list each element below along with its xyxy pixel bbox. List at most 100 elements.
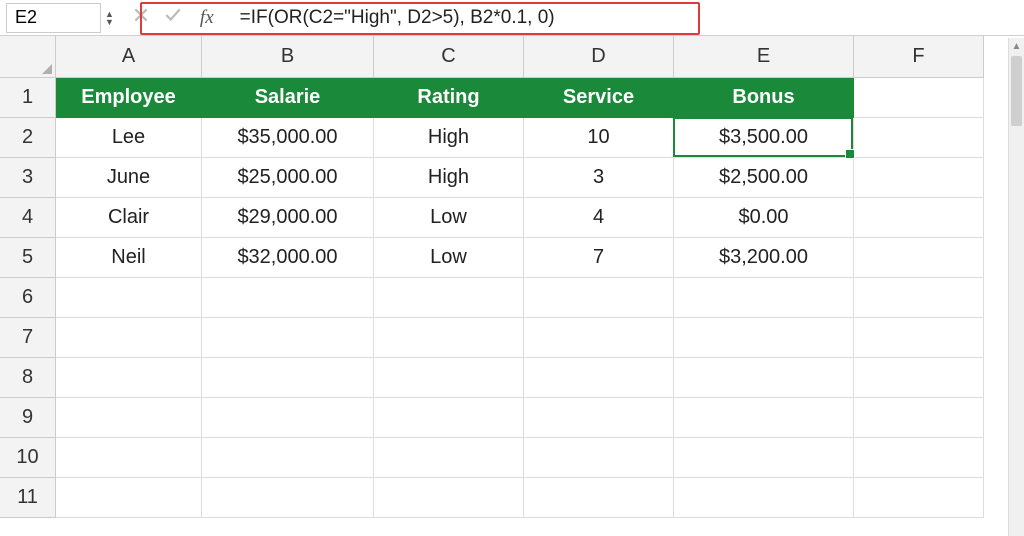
cell-D1[interactable]: Service xyxy=(524,78,674,118)
cell-reference: E2 xyxy=(15,7,37,28)
cell-C2[interactable]: High xyxy=(374,118,524,158)
cancel-icon[interactable] xyxy=(132,6,150,29)
select-all-corner[interactable] xyxy=(0,36,56,78)
cell-D5[interactable]: 7 xyxy=(524,238,674,278)
column-header-D[interactable]: D xyxy=(524,36,674,78)
cell-B7[interactable] xyxy=(202,318,374,358)
cell-B8[interactable] xyxy=(202,358,374,398)
formula-input[interactable]: =IF(OR(C2="High", D2>5), B2*0.1, 0) xyxy=(236,5,1018,31)
cell-E11[interactable] xyxy=(674,478,854,518)
spreadsheet: 1234567891011 ABCDEF EmployeeSalarieRati… xyxy=(0,36,1024,518)
cell-B3[interactable]: $25,000.00 xyxy=(202,158,374,198)
row-header-4[interactable]: 4 xyxy=(0,198,56,238)
cell-E9[interactable] xyxy=(674,398,854,438)
cell-C5[interactable]: Low xyxy=(374,238,524,278)
cell-F3[interactable] xyxy=(854,158,984,198)
cell-F1[interactable] xyxy=(854,78,984,118)
cell-B5[interactable]: $32,000.00 xyxy=(202,238,374,278)
cell-E8[interactable] xyxy=(674,358,854,398)
cell-C7[interactable] xyxy=(374,318,524,358)
cell-E10[interactable] xyxy=(674,438,854,478)
cell-F2[interactable] xyxy=(854,118,984,158)
cell-F5[interactable] xyxy=(854,238,984,278)
grid-area: ABCDEF EmployeeSalarieRatingServiceBonus… xyxy=(56,36,984,518)
cell-C6[interactable] xyxy=(374,278,524,318)
cell-D7[interactable] xyxy=(524,318,674,358)
cell-B11[interactable] xyxy=(202,478,374,518)
column-header-E[interactable]: E xyxy=(674,36,854,78)
confirm-icon[interactable] xyxy=(164,6,182,29)
row-gutter: 1234567891011 xyxy=(0,36,56,518)
cell-E4[interactable]: $0.00 xyxy=(674,198,854,238)
column-header-B[interactable]: B xyxy=(202,36,374,78)
cell-F7[interactable] xyxy=(854,318,984,358)
cell-B1[interactable]: Salarie xyxy=(202,78,374,118)
cell-D11[interactable] xyxy=(524,478,674,518)
row-header-3[interactable]: 3 xyxy=(0,158,56,198)
cell-A8[interactable] xyxy=(56,358,202,398)
cell-E2[interactable]: $3,500.00 xyxy=(674,118,854,158)
cell-C9[interactable] xyxy=(374,398,524,438)
cell-F6[interactable] xyxy=(854,278,984,318)
cell-D3[interactable]: 3 xyxy=(524,158,674,198)
cell-E6[interactable] xyxy=(674,278,854,318)
name-box-stepper[interactable]: ▲ ▼ xyxy=(105,10,114,26)
fx-icon[interactable]: fx xyxy=(200,7,214,29)
column-header-F[interactable]: F xyxy=(854,36,984,78)
cell-C11[interactable] xyxy=(374,478,524,518)
row-header-8[interactable]: 8 xyxy=(0,358,56,398)
cell-B2[interactable]: $35,000.00 xyxy=(202,118,374,158)
cell-C4[interactable]: Low xyxy=(374,198,524,238)
stepper-down-icon[interactable]: ▼ xyxy=(105,18,114,26)
cell-A7[interactable] xyxy=(56,318,202,358)
cell-A10[interactable] xyxy=(56,438,202,478)
cell-A3[interactable]: June xyxy=(56,158,202,198)
cell-A9[interactable] xyxy=(56,398,202,438)
row-header-6[interactable]: 6 xyxy=(0,278,56,318)
cell-C8[interactable] xyxy=(374,358,524,398)
row-header-9[interactable]: 9 xyxy=(0,398,56,438)
cell-A1[interactable]: Employee xyxy=(56,78,202,118)
cell-C1[interactable]: Rating xyxy=(374,78,524,118)
cell-E5[interactable]: $3,200.00 xyxy=(674,238,854,278)
cell-E7[interactable] xyxy=(674,318,854,358)
cell-D10[interactable] xyxy=(524,438,674,478)
cell-A5[interactable]: Neil xyxy=(56,238,202,278)
name-box[interactable]: E2 xyxy=(6,3,101,33)
cell-F4[interactable] xyxy=(854,198,984,238)
row-header-2[interactable]: 2 xyxy=(0,118,56,158)
cell-D6[interactable] xyxy=(524,278,674,318)
scrollbar-thumb[interactable] xyxy=(1011,56,1022,126)
cell-D9[interactable] xyxy=(524,398,674,438)
cells-grid[interactable]: EmployeeSalarieRatingServiceBonus Lee$35,… xyxy=(56,78,984,518)
column-header-A[interactable]: A xyxy=(56,36,202,78)
cell-D4[interactable]: 4 xyxy=(524,198,674,238)
cell-B10[interactable] xyxy=(202,438,374,478)
cell-D8[interactable] xyxy=(524,358,674,398)
cell-A2[interactable]: Lee xyxy=(56,118,202,158)
cell-D2[interactable]: 10 xyxy=(524,118,674,158)
cell-B9[interactable] xyxy=(202,398,374,438)
cell-A6[interactable] xyxy=(56,278,202,318)
cell-F8[interactable] xyxy=(854,358,984,398)
cell-E3[interactable]: $2,500.00 xyxy=(674,158,854,198)
cell-F11[interactable] xyxy=(854,478,984,518)
row-header-10[interactable]: 10 xyxy=(0,438,56,478)
cell-A11[interactable] xyxy=(56,478,202,518)
cell-C3[interactable]: High xyxy=(374,158,524,198)
cell-F10[interactable] xyxy=(854,438,984,478)
cell-E1[interactable]: Bonus xyxy=(674,78,854,118)
scroll-up-icon[interactable]: ▲ xyxy=(1009,38,1024,54)
row-header-11[interactable]: 11 xyxy=(0,478,56,518)
vertical-scrollbar[interactable]: ▲ xyxy=(1008,38,1024,536)
row-header-1[interactable]: 1 xyxy=(0,78,56,118)
cell-B6[interactable] xyxy=(202,278,374,318)
cell-A4[interactable]: Clair xyxy=(56,198,202,238)
cell-C10[interactable] xyxy=(374,438,524,478)
cell-F9[interactable] xyxy=(854,398,984,438)
column-header-C[interactable]: C xyxy=(374,36,524,78)
row-header-7[interactable]: 7 xyxy=(0,318,56,358)
cell-B4[interactable]: $29,000.00 xyxy=(202,198,374,238)
row-header-5[interactable]: 5 xyxy=(0,238,56,278)
formula-bar-actions: fx xyxy=(122,6,236,29)
